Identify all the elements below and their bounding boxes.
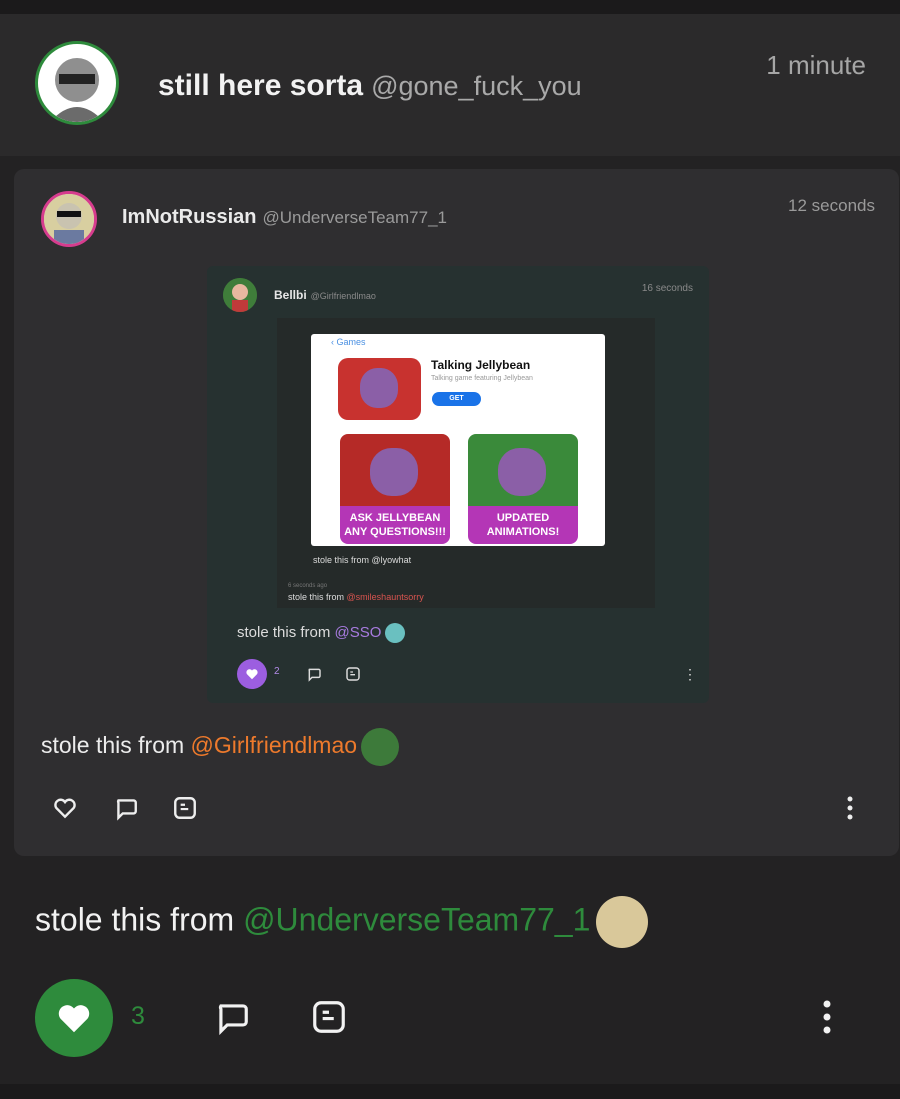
nested-author-name[interactable]: Bellbi bbox=[274, 288, 307, 302]
nested-post-time: 16 seconds bbox=[641, 283, 693, 294]
heart-icon[interactable] bbox=[52, 795, 78, 821]
nested-like-count: 2 bbox=[274, 666, 280, 677]
quoted-caption: stole this from @Girlfriendlmao bbox=[41, 728, 400, 766]
nested-more-button[interactable]: ⋮ bbox=[683, 666, 697, 683]
quoted-post[interactable]: ImNotRussian @UnderverseTeam77_1 12 secon… bbox=[14, 169, 899, 856]
nested-author-handle[interactable]: @Girlfriendlmao bbox=[311, 291, 376, 301]
inner-caption-2-prefix: stole this from bbox=[288, 592, 345, 602]
inner-caption: stole this from @lyowhat bbox=[313, 555, 412, 565]
author-avatar[interactable] bbox=[35, 41, 119, 125]
get-button: GET bbox=[432, 392, 481, 406]
quote-icon[interactable] bbox=[172, 795, 198, 821]
character-face bbox=[370, 448, 418, 496]
quoted-author-handle[interactable]: @UnderverseTeam77_1 bbox=[262, 208, 447, 227]
post-caption-prefix: stole this from bbox=[35, 901, 235, 938]
bottom-divider bbox=[0, 1084, 900, 1099]
nested-caption: stole this from @SSO bbox=[237, 623, 406, 643]
quote-icon[interactable] bbox=[345, 666, 361, 682]
promo-art bbox=[340, 434, 450, 506]
app-icon bbox=[338, 358, 421, 420]
inner-caption-2: stole this from @smileshauntsorry bbox=[288, 592, 424, 602]
post-time: 1 minute bbox=[766, 50, 866, 80]
mention-avatar bbox=[361, 728, 400, 766]
app-subtitle: Talking game featuring Jellybean bbox=[431, 375, 533, 382]
nested-caption-prefix: stole this from bbox=[237, 623, 331, 641]
app-title: Talking Jellybean bbox=[431, 358, 531, 372]
promo-art bbox=[468, 434, 578, 506]
more-icon[interactable] bbox=[815, 998, 839, 1036]
back-link: ‹ Games bbox=[331, 337, 366, 347]
app-store-screenshot: ‹ Games Talking Jellybean Talking game f… bbox=[311, 334, 605, 546]
promo-label: ASK JELLYBEAN ANY QUESTIONS!!! bbox=[340, 506, 450, 544]
character-face bbox=[360, 368, 398, 408]
more-icon[interactable] bbox=[840, 795, 860, 821]
author-line: still here sorta @gone_fuck_you bbox=[158, 69, 582, 103]
back-label: Games bbox=[336, 337, 366, 347]
inner-time: 6 seconds ago bbox=[288, 583, 328, 589]
quoted-author-name[interactable]: ImNotRussian bbox=[122, 206, 256, 228]
promo-tile-2: UPDATED ANIMATIONS! bbox=[468, 434, 578, 544]
like-button[interactable] bbox=[35, 979, 113, 1057]
nested-mention[interactable]: @SSO bbox=[335, 624, 382, 641]
nested-quoted-post[interactable]: Bellbi @Girlfriendlmao 16 seconds ‹ Games… bbox=[207, 266, 709, 703]
comment-icon[interactable] bbox=[306, 666, 322, 682]
promo-label: UPDATED ANIMATIONS! bbox=[468, 506, 578, 544]
post-header: still here sorta @gone_fuck_you 1 minute bbox=[0, 14, 900, 156]
quoted-author-line: ImNotRussian @UnderverseTeam77_1 bbox=[122, 206, 447, 229]
nested-like-button[interactable] bbox=[237, 659, 267, 689]
author-handle[interactable]: @gone_fuck_you bbox=[371, 71, 582, 101]
author-name[interactable]: still here sorta bbox=[158, 69, 363, 102]
quoted-post-time: 12 seconds bbox=[788, 196, 875, 215]
mention-avatar bbox=[596, 896, 649, 948]
inner-mention: @smileshauntsorry bbox=[346, 592, 424, 602]
comment-icon[interactable] bbox=[213, 998, 251, 1036]
post-caption: stole this from @UnderverseTeam77_1 bbox=[35, 896, 649, 948]
like-count: 3 bbox=[131, 1002, 145, 1030]
top-divider bbox=[0, 0, 900, 14]
post-mention[interactable]: @UnderverseTeam77_1 bbox=[243, 901, 590, 937]
nested-author-avatar[interactable] bbox=[223, 278, 257, 312]
heart-icon bbox=[246, 669, 258, 680]
heart-icon bbox=[58, 1005, 90, 1033]
quoted-mention[interactable]: @Girlfriendlmao bbox=[191, 732, 358, 758]
mention-avatar bbox=[385, 623, 406, 643]
promo-tile-1: ASK JELLYBEAN ANY QUESTIONS!!! bbox=[340, 434, 450, 544]
nested-author-line: Bellbi @Girlfriendlmao bbox=[274, 288, 376, 302]
character-face bbox=[498, 448, 546, 496]
quote-icon[interactable] bbox=[310, 998, 348, 1036]
comment-icon[interactable] bbox=[113, 795, 139, 821]
quoted-caption-prefix: stole this from bbox=[41, 732, 185, 759]
quoted-author-avatar[interactable] bbox=[41, 191, 97, 247]
